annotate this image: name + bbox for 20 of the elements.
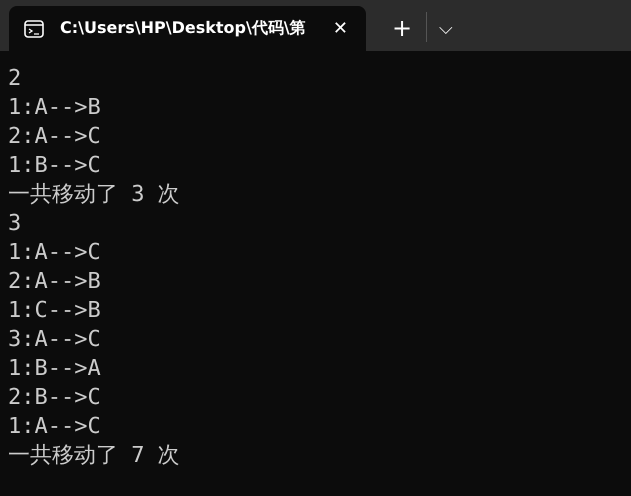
console-line: 3:A-->C	[8, 326, 101, 354]
console-line: 一共移动了 7 次	[8, 442, 180, 470]
console-line: 一共移动了 3 次	[8, 181, 180, 209]
console-line: 2:A-->B	[8, 268, 101, 296]
console-line: 1:A-->C	[8, 413, 101, 441]
console-line: 2:B-->C	[8, 384, 101, 412]
console-line: 1:B-->C	[8, 152, 101, 180]
console-line: 1:A-->C	[8, 239, 101, 267]
console-line: 1:A-->B	[8, 94, 101, 122]
new-tab-button[interactable]: +	[388, 14, 416, 42]
console-line: 1:B-->A	[8, 355, 101, 383]
terminal-tab[interactable]: C:\Users\HP\Desktop\代码\第 ✕	[9, 6, 366, 51]
dropdown-button[interactable]: ⌵	[435, 18, 458, 39]
console-line: 2	[8, 65, 22, 93]
console-line: 2:A-->C	[8, 123, 101, 151]
console-line: 1:C-->B	[8, 297, 101, 325]
terminal-icon	[24, 20, 44, 38]
console-line: 3	[8, 210, 22, 238]
close-button[interactable]: ✕	[326, 18, 354, 39]
tab-title: C:\Users\HP\Desktop\代码\第	[60, 18, 307, 39]
